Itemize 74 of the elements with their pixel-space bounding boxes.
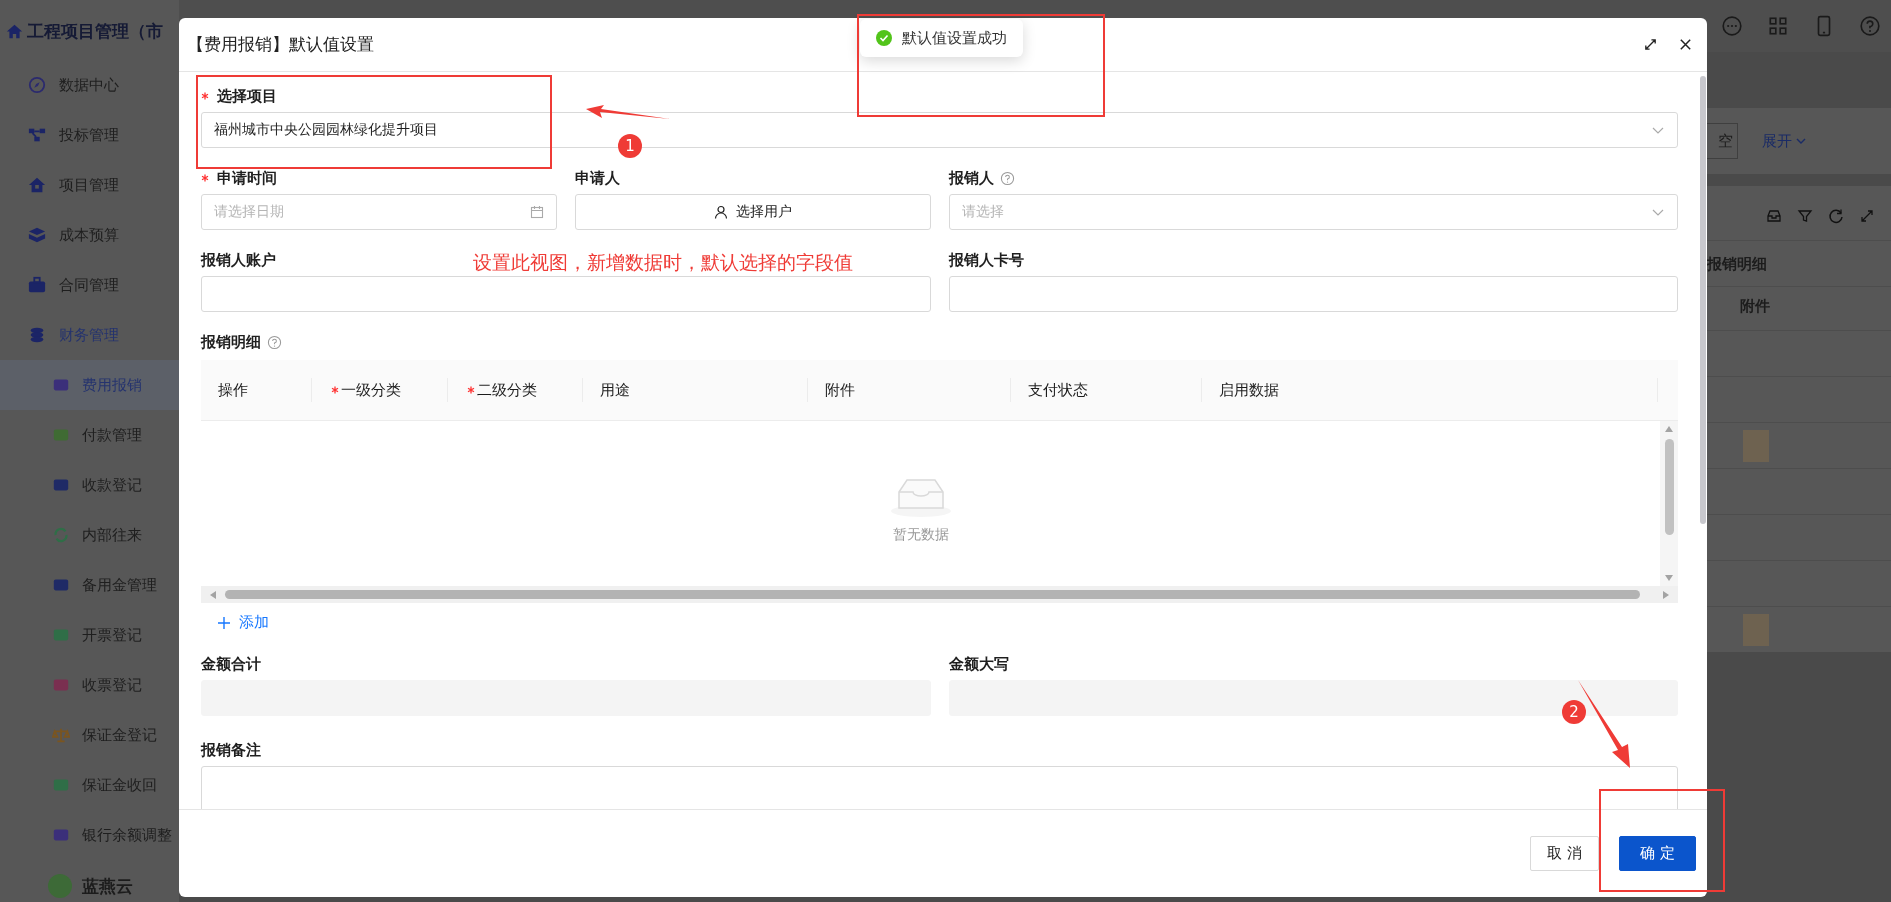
grid-icon[interactable] bbox=[1767, 15, 1789, 37]
field-label: 申请人 bbox=[575, 168, 620, 188]
reset-button[interactable]: 空 bbox=[1707, 123, 1738, 159]
annotation-note: 设置此视图，新增数据时，默认选择的字段值 bbox=[473, 250, 853, 275]
column-header: 支付状态 bbox=[1028, 380, 1088, 400]
scrollbar-thumb[interactable] bbox=[1700, 76, 1706, 524]
input-field[interactable] bbox=[949, 276, 1678, 312]
input-field[interactable] bbox=[201, 276, 931, 312]
column-header: 附件 bbox=[825, 380, 855, 400]
select-field[interactable]: 请选择 bbox=[949, 194, 1678, 230]
briefcase-icon bbox=[28, 276, 46, 294]
column-header: 用途 bbox=[600, 380, 630, 400]
field-label: 报销人 bbox=[949, 168, 994, 188]
field-label: 申请时间 bbox=[217, 168, 277, 188]
close-icon[interactable] bbox=[1678, 37, 1693, 52]
filter-icon[interactable] bbox=[1797, 208, 1813, 224]
scale-icon bbox=[52, 726, 70, 744]
section-label: 报销明细 bbox=[201, 332, 261, 352]
compass-icon bbox=[28, 76, 46, 94]
submenu-item[interactable]: 保证金登记 bbox=[0, 710, 179, 760]
calendar-icon bbox=[530, 205, 544, 219]
refresh-icon[interactable] bbox=[1828, 208, 1844, 224]
scroll-left-icon[interactable] bbox=[209, 589, 217, 600]
user-name: 蓝燕云 bbox=[82, 874, 133, 898]
app-title: 工程项目管理（市 bbox=[27, 19, 163, 43]
field-label: 金额大写 bbox=[949, 654, 1009, 674]
house-icon bbox=[28, 176, 46, 194]
submenu-item[interactable]: 收票登记 bbox=[0, 660, 179, 710]
horizontal-scrollbar[interactable] bbox=[201, 586, 1678, 603]
date-field[interactable]: 请选择日期 bbox=[201, 194, 557, 230]
nodes-icon bbox=[28, 126, 46, 144]
fullscreen-icon[interactable] bbox=[1859, 208, 1875, 224]
success-check-icon bbox=[876, 30, 892, 46]
dialog-title: 【费用报销】默认值设置 bbox=[187, 33, 374, 56]
field-label: 金额合计 bbox=[201, 654, 261, 674]
submenu-item[interactable]: 收款登记 bbox=[0, 460, 179, 510]
submenu-item[interactable]: 银行余额调整 bbox=[0, 810, 179, 860]
help-icon[interactable] bbox=[1000, 170, 1015, 186]
field-label: 报销备注 bbox=[201, 740, 261, 760]
expand-link[interactable]: 展开 bbox=[1762, 131, 1807, 151]
menu-item[interactable]: 数据中心 bbox=[0, 60, 179, 110]
confirm-button[interactable]: 确 定 bbox=[1619, 836, 1696, 871]
chat-icon[interactable] bbox=[1721, 15, 1743, 37]
field-label: 报销人账户 bbox=[201, 250, 276, 270]
column-header: 二级分类 bbox=[477, 380, 537, 400]
scroll-right-icon[interactable] bbox=[1662, 589, 1670, 600]
scroll-down-icon[interactable] bbox=[1664, 574, 1674, 582]
home-icon bbox=[6, 22, 23, 40]
column-header: 一级分类 bbox=[341, 380, 401, 400]
avatar bbox=[48, 874, 72, 898]
coins-icon bbox=[28, 326, 46, 344]
refresh-icon bbox=[52, 526, 70, 544]
submenu-item[interactable]: 保证金收回 bbox=[0, 760, 179, 810]
user-picker-button[interactable]: 选择用户 bbox=[575, 194, 931, 230]
maximize-icon[interactable] bbox=[1643, 37, 1658, 52]
scroll-up-icon[interactable] bbox=[1664, 425, 1674, 433]
user-icon bbox=[714, 205, 728, 219]
field-label: 报销人卡号 bbox=[949, 250, 1024, 270]
field-label: 选择项目 bbox=[217, 86, 277, 106]
help-icon[interactable] bbox=[267, 334, 282, 350]
cancel-button[interactable]: 取 消 bbox=[1530, 836, 1600, 871]
submenu-item[interactable]: 内部往来 bbox=[0, 510, 179, 560]
tray-icon[interactable] bbox=[1766, 208, 1782, 224]
empty-text: 暂无数据 bbox=[892, 525, 949, 544]
column-header: 操作 bbox=[218, 380, 248, 400]
help-icon[interactable] bbox=[1859, 15, 1881, 37]
add-row-button[interactable]: 添加 bbox=[217, 609, 269, 636]
column-header: 启用数据 bbox=[1219, 380, 1279, 400]
textarea-field[interactable] bbox=[201, 766, 1678, 809]
vertical-scrollbar[interactable] bbox=[1660, 421, 1678, 586]
plus-icon bbox=[217, 615, 231, 630]
submenu-item[interactable]: 开票登记 bbox=[0, 610, 179, 660]
toast: 默认值设置成功 bbox=[860, 19, 1023, 57]
stack-icon bbox=[28, 226, 46, 244]
